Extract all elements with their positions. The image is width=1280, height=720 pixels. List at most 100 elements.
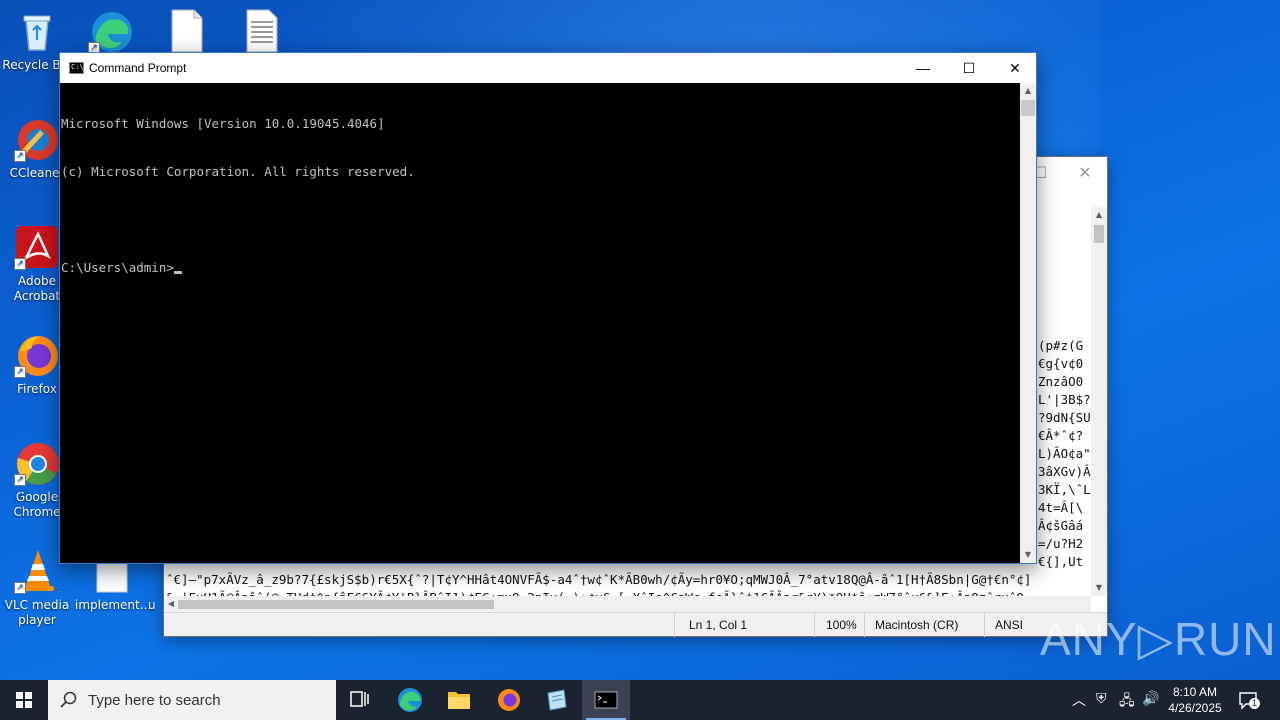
notepad-statusbar: Ln 1, Col 1 100% Macintosh (CR) ANSI (164, 612, 1107, 637)
notepad-text-line: ?9dN{SU (1038, 410, 1091, 425)
shortcut-arrow-icon: ↗ (14, 582, 26, 594)
blank-file-icon (89, 560, 135, 594)
status-separator (864, 613, 865, 637)
task-view-button[interactable] (336, 680, 384, 720)
scrollbar-thumb[interactable] (178, 600, 494, 609)
notepad-vertical-scrollbar[interactable]: ▲ ▼ (1091, 207, 1107, 596)
start-button[interactable] (0, 680, 48, 720)
scroll-up-arrow-icon[interactable]: ▲ (1020, 83, 1036, 99)
notepad-text-line: (p#z(G (1038, 338, 1084, 353)
clock-date: 4/26/2025 (1168, 701, 1222, 715)
notepad-text-line: &-|ExH1Ã@Âpâˆ(@=THd†^p{âF€6YÃ¢¥'B}ÂBˆI1)… (166, 589, 1031, 596)
notepad-text-line: ˆ€]–"p7xÃVz_â_z9b?7{£skjS$b)r€5X{ˆ?|T¢Y^… (166, 572, 1032, 587)
scrollbar-thumb[interactable] (1094, 225, 1104, 243)
edge-icon: ↗ (88, 8, 134, 54)
status-zoom: 100% (826, 618, 857, 632)
desktop-icon-label: implement... (75, 598, 152, 612)
shortcut-arrow-icon: ↗ (14, 258, 26, 270)
shortcut-arrow-icon: ↗ (14, 150, 26, 162)
taskbar-search-box[interactable]: Type here to search (48, 680, 336, 720)
console-prompt: C:\Users\admin> (61, 260, 174, 275)
notepad-text-line: 3KÏ,\ˆL (1038, 482, 1091, 497)
edge-icon (398, 688, 422, 712)
scroll-left-arrow-icon[interactable]: ◀ (164, 596, 178, 612)
windows-logo-icon (16, 692, 32, 708)
anyrun-watermark: ANY▷RUN (1040, 613, 1277, 665)
taskbar-command-prompt[interactable] (582, 680, 630, 720)
notepad-text-line: L)ÂO¢a" (1038, 446, 1091, 461)
desktop-icon-file-2[interactable] (225, 8, 299, 58)
taskbar-firefox[interactable] (485, 680, 533, 720)
cmd-titlebar[interactable]: C:\_ Command Prompt — ☐ ✕ (60, 53, 1036, 83)
cmd-app-icon: C:\_ (69, 62, 88, 74)
network-icon[interactable]: 🖧 (1119, 690, 1135, 714)
scrollbar-thumb[interactable] (1021, 100, 1035, 116)
security-tray-icon[interactable]: ⛨ (1096, 690, 1107, 707)
search-icon (60, 691, 77, 708)
status-separator (674, 613, 675, 637)
desktop-icon-implement-file[interactable]: implement... (75, 560, 152, 613)
clock-time: 8:10 AM (1172, 685, 1218, 699)
notepad-horizontal-scrollbar[interactable]: ◀ (164, 596, 1091, 612)
notepad-text-line: 3âXGv)Â (1038, 464, 1091, 479)
notepad-text-line: 4t=Â[\ (1038, 500, 1084, 515)
desktop-icon-label: VLC media player (4, 598, 70, 627)
cmd-icon (594, 691, 618, 709)
text-cursor (173, 271, 182, 274)
search-placeholder: Type here to search (88, 692, 221, 709)
status-separator (814, 613, 815, 637)
ccleaner-icon: ↗ (14, 116, 60, 162)
scroll-up-arrow-icon[interactable]: ▲ (1091, 207, 1107, 223)
desktop-icon-label: u (148, 598, 156, 612)
show-hidden-icons-chevron-icon[interactable]: ︿ (1072, 690, 1086, 710)
notepad-text-line: =/u?H2 (1038, 536, 1084, 551)
firefox-icon (498, 689, 520, 711)
scroll-down-arrow-icon[interactable]: ▼ (1091, 580, 1107, 596)
status-line-ending: Macintosh (CR) (875, 618, 959, 632)
minimize-button[interactable]: — (900, 53, 946, 83)
notification-count-badge: 1 (1249, 698, 1260, 709)
close-icon[interactable]: ✕ (1075, 163, 1095, 183)
console-prompt-line[interactable]: C:\Users\admin> (61, 260, 1019, 276)
notepad-text-line: L'|3B$? (1038, 392, 1091, 407)
notepad-text-line: €g{v¢0 (1038, 356, 1084, 371)
scroll-down-arrow-icon[interactable]: ▼ (1020, 547, 1036, 563)
window-title: Command Prompt (89, 61, 187, 75)
blank-file-icon (164, 8, 210, 54)
close-button[interactable]: ✕ (992, 53, 1038, 83)
taskbar-edge[interactable] (386, 680, 434, 720)
shortcut-arrow-icon: ↗ (14, 474, 26, 486)
console-line: (c) Microsoft Corporation. All rights re… (61, 164, 415, 179)
cmd-console-output[interactable]: Microsoft Windows [Version 10.0.19045.40… (60, 83, 1020, 563)
desktop-icon-edge[interactable]: ↗ (74, 8, 148, 58)
text-file-icon (239, 8, 285, 54)
notepad-text-line: €{],Ut (1038, 554, 1084, 569)
status-separator (984, 613, 985, 637)
firefox-icon: ↗ (14, 332, 60, 378)
taskbar-clock[interactable]: 8:10 AM 4/26/2025 (1160, 684, 1230, 716)
notepad-text-line: Â¢šGâá (1038, 518, 1084, 533)
status-encoding: ANSI (995, 618, 1024, 632)
desktop-icon-partial[interactable]: u (148, 598, 164, 613)
vlc-cone-icon: ↗ (14, 548, 60, 594)
volume-icon[interactable]: 🔊 (1142, 690, 1159, 707)
notepad-text-line: ZnzâO0 (1038, 374, 1084, 389)
taskbar-file-explorer[interactable] (435, 680, 483, 720)
task-view-icon (350, 691, 369, 707)
command-prompt-window[interactable]: C:\_ Command Prompt — ☐ ✕ Microsoft Wind… (59, 52, 1037, 564)
acrobat-icon: ↗ (14, 224, 60, 270)
cmd-vertical-scrollbar[interactable]: ▲ ▼ (1020, 83, 1036, 563)
notepad-text-line: €Â*ˆ¢? (1038, 428, 1084, 443)
notification-center-button[interactable]: 1 (1238, 690, 1260, 710)
status-position: Ln 1, Col 1 (689, 618, 748, 632)
recycle-bin-icon (14, 8, 60, 54)
notepad-icon (547, 689, 567, 711)
taskbar: Type here to search ︿ ⛨ 🖧 🔊 8:10 AM 4/26… (0, 680, 1280, 720)
maximize-button[interactable]: ☐ (946, 53, 992, 83)
shortcut-arrow-icon: ↗ (14, 366, 26, 378)
taskbar-notepad[interactable] (533, 680, 581, 720)
chrome-icon: ↗ (14, 440, 60, 486)
desktop-icon-file-1[interactable] (150, 8, 224, 58)
console-line: Microsoft Windows [Version 10.0.19045.40… (61, 116, 385, 131)
